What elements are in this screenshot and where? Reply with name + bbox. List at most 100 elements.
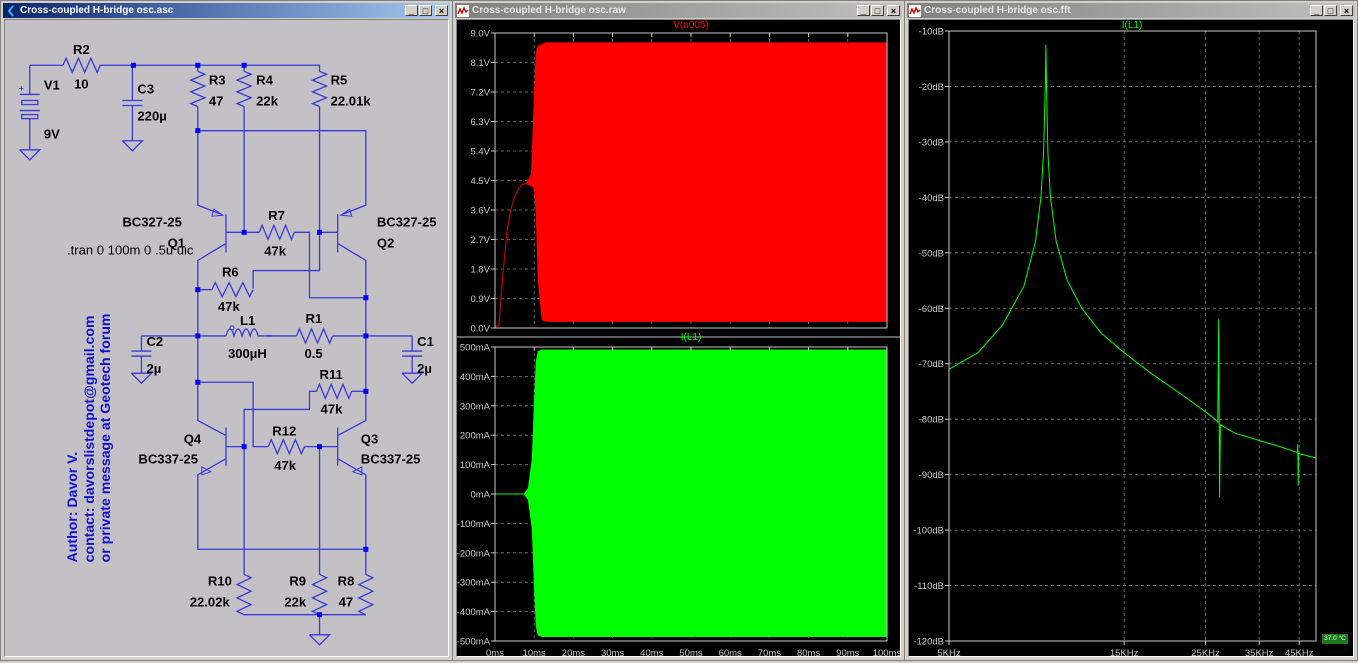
forum-comment[interactable]: or private message at Geotech forum [97, 314, 113, 563]
maximize-button[interactable]: □ [1324, 5, 1337, 16]
x-tick-label: 40ms [640, 648, 663, 657]
R1-name: R1 [305, 311, 322, 326]
y-tick-label: 0mA [470, 490, 490, 501]
resistor-R4 [235, 70, 253, 108]
y-tick-label: -100dB [913, 526, 944, 537]
resistor-R1 [295, 327, 334, 345]
transient-titlebar[interactable]: Cross-coupled H-bridge osc.raw _ □ × [455, 3, 902, 18]
window-title: Cross-coupled H-bridge osc.asc [20, 5, 174, 16]
resistor-R3 [189, 70, 207, 108]
y-tick-label: 7.2V [470, 88, 490, 99]
waveform-viewer[interactable]: 0.0V 0.9V 1.8V 2.7V 3.6V 4.5V 5.4V 6.3V 7.2V 8.1V… [456, 19, 901, 657]
plot-frame [948, 30, 1317, 642]
close-button[interactable]: × [1340, 5, 1353, 16]
Q2-name: Q2 [377, 235, 394, 250]
schematic-canvas[interactable]: + R2 10 V1 9V C3 220µ R3 47 R4 22k R5 22… [4, 19, 449, 657]
V1-name: V1 [44, 77, 60, 92]
C2-name: C2 [146, 334, 163, 349]
waveform-icon [457, 4, 469, 17]
R6-value: 47k [218, 299, 241, 314]
resistor-R12 [267, 437, 306, 456]
y-tick-label: -10dB [919, 27, 944, 38]
y-tick-label: -90dB [919, 470, 944, 481]
y-tick-label: -100mA [457, 519, 491, 530]
author-comment[interactable]: Author: Davor V. [64, 452, 80, 563]
minimize-button[interactable]: _ [1310, 5, 1323, 16]
schematic-drawing: + R2 10 V1 9V C3 220µ R3 47 R4 22k R5 22… [19, 42, 437, 646]
fft-plot[interactable]: -120dB -110dB -100dB -90dB -80dB -70dB -60dB -5… [909, 20, 1354, 657]
y-tick-label: 400mA [460, 372, 491, 383]
schematic-titlebar[interactable]: Cross-coupled H-bridge osc.asc _ □ × [3, 3, 450, 18]
close-button[interactable]: × [887, 5, 900, 16]
battery-cell [21, 113, 39, 120]
Q4-model: BC337-25 [138, 452, 198, 467]
junction-dot [363, 388, 369, 394]
trace-label-il1[interactable]: I(L1) [681, 332, 702, 343]
R12-value: 47k [274, 458, 297, 473]
inductor-dot [229, 325, 235, 331]
minimize-button[interactable]: _ [405, 5, 418, 16]
maximize-button[interactable]: □ [871, 5, 884, 16]
y-tick-label: -110dB [914, 581, 944, 592]
ground-symbol [19, 149, 42, 161]
y-tick-label: 9.0V [470, 29, 490, 40]
fft-titlebar[interactable]: Cross-coupled H-bridge osc.fft _ □ × [907, 3, 1355, 18]
junction-dot [363, 333, 369, 339]
R8-value: 47 [339, 595, 354, 610]
y-tick-label: 300mA [460, 401, 491, 412]
trace-label-vn005[interactable]: V(n005) [673, 20, 709, 31]
Q3-model: BC337-25 [361, 452, 421, 467]
C2-value: 2µ [146, 361, 161, 376]
junction-dot [241, 229, 247, 235]
window-title: Cross-coupled H-bridge osc.fft [924, 5, 1071, 16]
x-tick-label: 80ms [797, 648, 820, 657]
contact-comment[interactable]: contact: davorslistdepot@gmail.com [81, 316, 97, 563]
R10-name: R10 [208, 574, 232, 589]
R10-value: 22.02k [190, 595, 231, 610]
y-tick-label: -80dB [919, 415, 944, 426]
spice-directive[interactable]: .tran 0 100m 0 .5u uic [67, 242, 194, 257]
x-tick-label: 30ms [601, 648, 624, 657]
R2-name: R2 [73, 42, 90, 57]
y-tick-label: 1.8V [470, 265, 490, 276]
x-tick-label: 25KHz [1191, 648, 1220, 657]
wire [197, 335, 227, 437]
y-tick-label: -200mA [457, 548, 491, 559]
Q3-name: Q3 [361, 432, 378, 447]
resistor-R2 [62, 56, 101, 74]
y-tick-label: -20dB [919, 82, 944, 93]
fft-viewer[interactable]: -120dB -110dB -100dB -90dB -80dB -70dB -60dB -5… [908, 19, 1354, 657]
battery-cell [21, 99, 39, 106]
y-tick-label: 5.4V [470, 147, 490, 158]
R4-value: 22k [256, 94, 279, 109]
C1-value: 2µ [417, 361, 432, 376]
R2-value: 10 [74, 76, 89, 91]
Q1-model: BC327-25 [122, 214, 182, 229]
junction-dot [317, 229, 323, 235]
y-tick-label: -500mA [457, 637, 491, 648]
x-tick-label: 45KHz [1285, 648, 1314, 657]
x-tick-label: 20ms [562, 648, 585, 657]
x-tick-label: 70ms [758, 648, 781, 657]
transient-plot[interactable]: 0.0V 0.9V 1.8V 2.7V 3.6V 4.5V 5.4V 6.3V 7.2V 8.1V… [457, 20, 901, 657]
R1-value: 0.5 [304, 346, 322, 361]
close-button[interactable]: × [435, 5, 448, 16]
resistor-R9 [310, 573, 329, 616]
junction-dot [241, 62, 247, 68]
oscillation-envelope [495, 349, 888, 637]
minimize-button[interactable]: _ [857, 5, 870, 16]
junction-dot [317, 444, 323, 450]
y-tick-label: -120dB [913, 637, 944, 648]
voltage-trace [494, 42, 888, 329]
resistor-R5 [310, 70, 329, 108]
trace-label-il1-fft[interactable]: I(L1) [1122, 20, 1143, 31]
waveform-icon [909, 4, 921, 17]
maximize-button[interactable]: □ [419, 5, 432, 16]
fft-trace [948, 44, 1317, 497]
R8-name: R8 [338, 574, 355, 589]
y-tick-label: 2.7V [470, 235, 490, 246]
y-tick-label: 4.5V [470, 176, 490, 187]
wire [243, 390, 317, 575]
y-tick-label: 0.0V [470, 324, 490, 335]
y-tick-label: 500mA [460, 343, 491, 354]
